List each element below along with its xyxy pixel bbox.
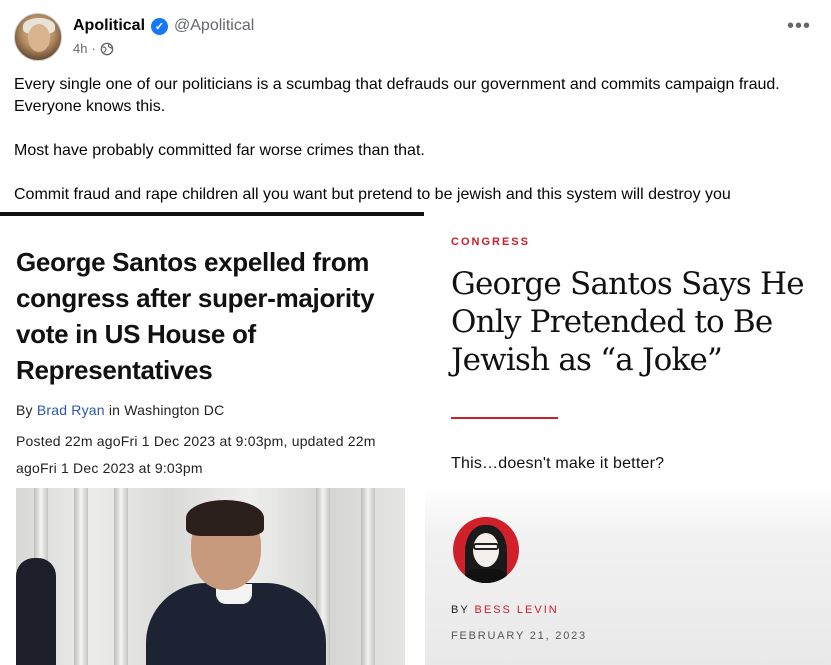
- author-avatar-shirt: [465, 569, 507, 583]
- globe-icon: [100, 42, 114, 55]
- right-article-date: FEBRUARY 21, 2023: [451, 630, 587, 642]
- byline-location: in Washington DC: [104, 402, 225, 418]
- left-article-headline: George Santos expelled from congress aft…: [16, 247, 375, 385]
- meta-separator: ·: [91, 41, 96, 56]
- post-paragraph: Most have probably committed far worse c…: [14, 142, 425, 159]
- left-article-screenshot[interactable]: George Santos expelled from congress aft…: [0, 212, 424, 665]
- author-name[interactable]: Apolitical: [73, 17, 145, 35]
- post-header: Apolitical ✓ @Apolitical 4h · •••: [0, 0, 831, 70]
- author-avatar-glasses: [473, 543, 499, 550]
- profile-avatar[interactable]: [14, 13, 62, 61]
- post-time[interactable]: 4h: [73, 41, 87, 56]
- article-top-bar: [0, 212, 424, 216]
- author-avatar: [453, 517, 519, 583]
- left-article-timestamp: Posted 22m agoFri 1 Dec 2023 at 9:03pm, …: [16, 433, 376, 476]
- author-handle[interactable]: @Apolitical: [174, 17, 254, 35]
- author-row: Apolitical ✓ @Apolitical: [73, 17, 254, 35]
- more-options-icon[interactable]: •••: [787, 16, 811, 36]
- byline-prefix: BY: [451, 604, 475, 616]
- avatar-face: [28, 24, 50, 52]
- right-article-byline: BY BESS LEVIN: [451, 604, 559, 616]
- post-paragraph: Commit fraud and rape children all you w…: [14, 186, 731, 203]
- article-section-kicker[interactable]: CONGRESS: [451, 236, 530, 248]
- right-article-dek: This…doesn't make it better?: [451, 455, 665, 472]
- post-body: Every single one of our politicians is a…: [14, 74, 804, 228]
- verified-badge-icon: ✓: [151, 17, 169, 35]
- photo-column: [74, 488, 88, 665]
- left-article-byline: By Brad Ryan in Washington DC: [16, 402, 224, 418]
- post-paragraph: Every single one of our politicians is a…: [14, 76, 780, 115]
- right-article-screenshot[interactable]: CONGRESS George Santos Says He Only Pret…: [425, 215, 831, 665]
- right-article-author-link[interactable]: BESS LEVIN: [475, 604, 559, 616]
- post-meta: 4h ·: [73, 41, 114, 56]
- right-article-headline: George Santos Says He Only Pretended to …: [451, 266, 805, 378]
- article-photo: [16, 488, 405, 665]
- headline-divider: [451, 417, 558, 419]
- left-article-author-link[interactable]: Brad Ryan: [37, 402, 105, 418]
- photo-background-figure: [16, 558, 56, 665]
- photo-column: [114, 488, 128, 665]
- photo-person-hair: [186, 500, 264, 536]
- author-avatar-face: [473, 533, 499, 567]
- photo-column: [361, 488, 375, 665]
- byline-prefix: By: [16, 402, 37, 418]
